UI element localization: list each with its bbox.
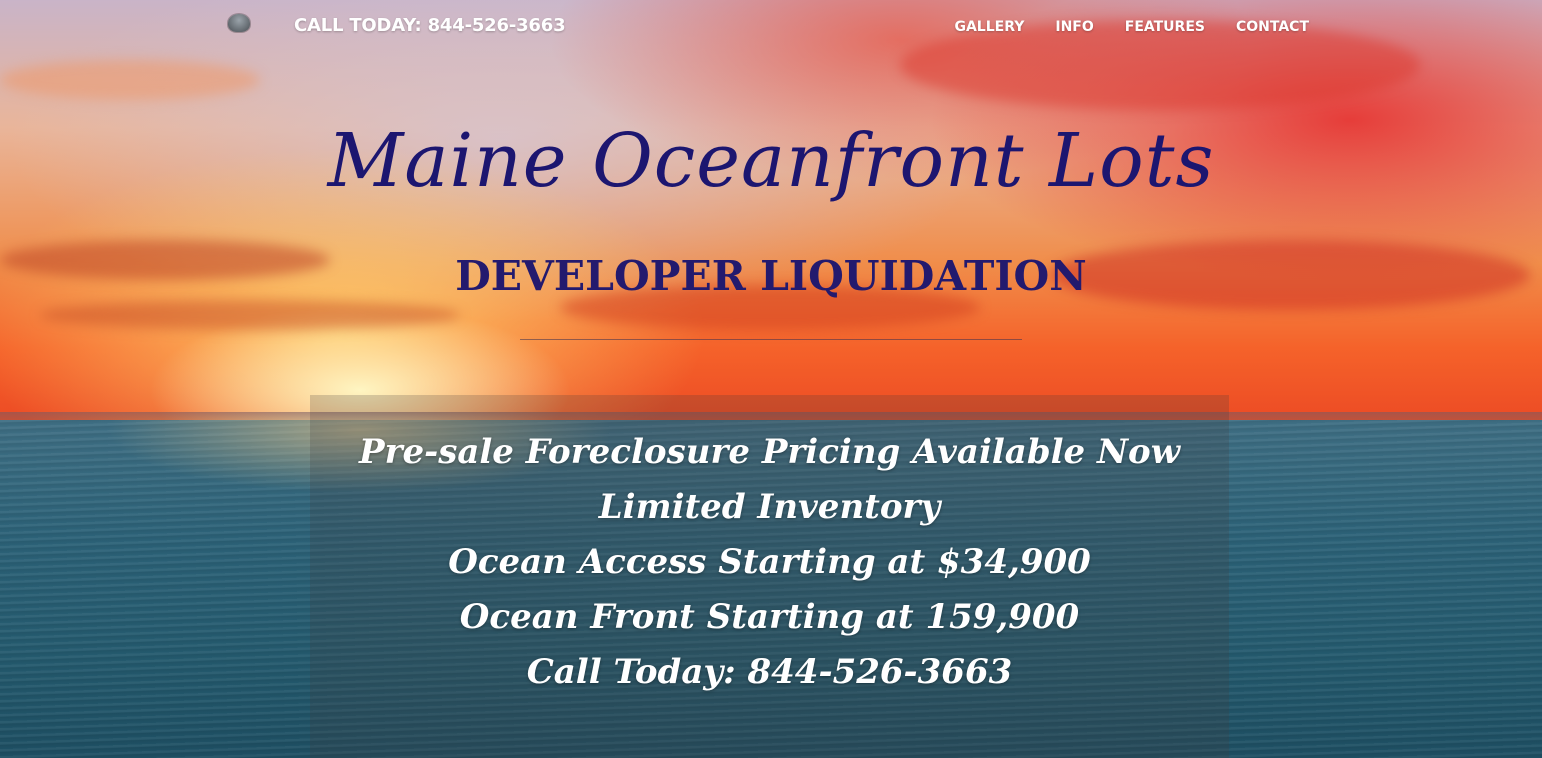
title-divider [520,339,1022,340]
hero-section: CALL TODAY: 844-526-3663 GALLERY INFO FE… [0,0,1542,758]
call-today-phone-link[interactable]: CALL TODAY: 844-526-3663 [294,15,566,36]
cloud [40,300,460,330]
limited-inventory-line: Limited Inventory [598,487,941,527]
page-title: Maine Oceanfront Lots [327,118,1215,204]
cloud [0,60,260,100]
site-logo-icon[interactable] [228,14,250,32]
nav-link-info[interactable]: INFO [1055,19,1093,35]
nav-link-gallery[interactable]: GALLERY [954,19,1024,35]
top-navigation: CALL TODAY: 844-526-3663 GALLERY INFO FE… [0,0,1542,56]
main-menu: GALLERY INFO FEATURES CONTACT [954,19,1309,35]
ocean-front-price-line: Ocean Front Starting at 159,900 [459,597,1080,637]
page-subtitle: DEVELOPER LIQUIDATION [455,252,1087,300]
sunset-sky-background [0,0,1542,425]
call-today-line: Call Today: 844-526-3663 [526,652,1013,692]
ocean-access-price-line: Ocean Access Starting at $34,900 [448,542,1091,582]
nav-link-features[interactable]: FEATURES [1125,19,1205,35]
presale-pricing-line: Pre-sale Foreclosure Pricing Available N… [359,432,1180,472]
info-panel: Pre-sale Foreclosure Pricing Available N… [310,425,1229,700]
nav-link-contact[interactable]: CONTACT [1236,19,1309,35]
